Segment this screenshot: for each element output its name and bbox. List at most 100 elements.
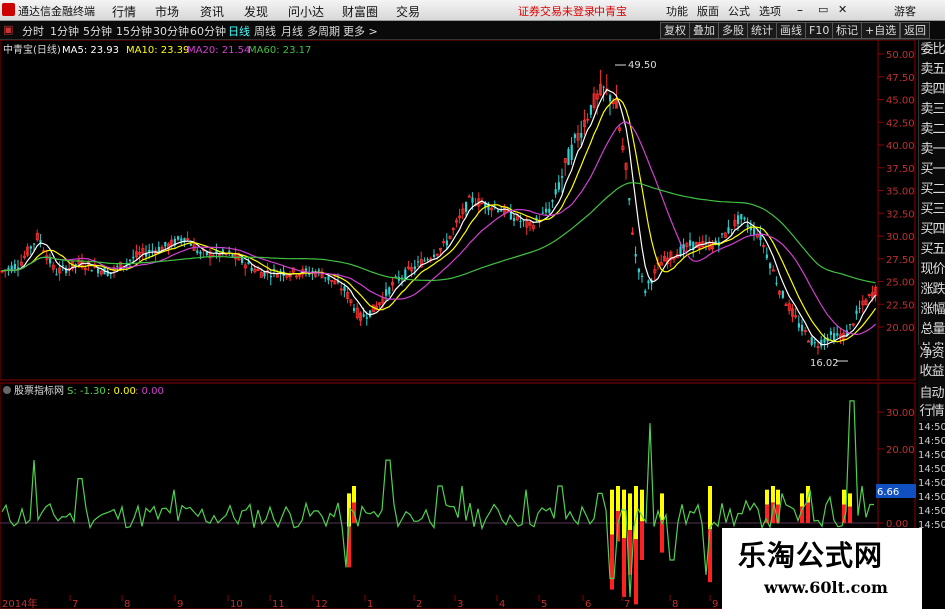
x-tick-label: 8 bbox=[124, 599, 130, 609]
candle-body bbox=[513, 218, 516, 222]
guest-link[interactable]: 游客 bbox=[894, 3, 916, 19]
candle-body bbox=[17, 267, 20, 269]
restore-icon[interactable]: ▭ bbox=[818, 3, 828, 16]
draw-line-button[interactable]: 画线 bbox=[776, 22, 806, 39]
candle-body bbox=[327, 276, 330, 281]
app-title: 通达信金融终端 bbox=[18, 5, 95, 18]
candle-body bbox=[157, 246, 160, 252]
candle-body bbox=[801, 324, 804, 332]
main-y-tick-label: 32.50 bbox=[886, 209, 915, 220]
back-button[interactable]: 返回 bbox=[900, 22, 930, 39]
candle-body bbox=[823, 338, 826, 343]
candle-body bbox=[689, 240, 692, 246]
side-item[interactable]: 委比 bbox=[919, 40, 945, 60]
candle-body bbox=[388, 287, 391, 295]
period-multi[interactable]: 多周期 bbox=[307, 23, 340, 39]
period-daily[interactable]: 日线 bbox=[228, 23, 250, 39]
signal-bar-bottom bbox=[806, 502, 810, 523]
side-item[interactable]: 现价 bbox=[919, 260, 945, 280]
indicator-toggle-icon[interactable] bbox=[3, 386, 11, 394]
menu-options[interactable]: 选项 bbox=[759, 3, 781, 19]
candle-body bbox=[519, 220, 522, 222]
signal-bar-top bbox=[842, 489, 846, 505]
multi-stock-button[interactable]: 多股 bbox=[718, 22, 748, 39]
menu-formula[interactable]: 公式 bbox=[728, 3, 750, 19]
menu-ask[interactable]: 问小达 bbox=[288, 3, 324, 20]
menu-trade[interactable]: 交易 bbox=[396, 3, 420, 20]
adjust-button[interactable]: 复权 bbox=[660, 22, 690, 39]
side-item[interactable]: 买五 bbox=[919, 240, 945, 260]
mark-button[interactable]: 标记 bbox=[832, 22, 862, 39]
overlay-button[interactable]: 叠加 bbox=[689, 22, 719, 39]
signal-bar-top bbox=[771, 486, 775, 503]
side-item[interactable]: 总量 bbox=[919, 320, 945, 340]
side-item[interactable]: 收益 bbox=[918, 363, 945, 381]
x-tick-label: 1 bbox=[367, 599, 373, 609]
candle-body bbox=[497, 210, 500, 212]
login-notice[interactable]: 证券交易未登录 bbox=[518, 3, 595, 19]
side-item[interactable]: 涨跌 bbox=[919, 280, 945, 300]
quote-button[interactable]: 行情 bbox=[918, 403, 945, 421]
signal-bar-bottom bbox=[622, 537, 626, 597]
time-item: 14:50 bbox=[918, 436, 945, 447]
period-intraday[interactable]: 分时 bbox=[22, 23, 44, 39]
side-item[interactable]: 买一 bbox=[919, 160, 945, 180]
candle-body bbox=[353, 308, 356, 312]
side-item[interactable]: 涨幅 bbox=[919, 300, 945, 320]
period-weekly[interactable]: 周线 bbox=[254, 23, 276, 39]
candle-body bbox=[343, 286, 346, 292]
menu-wealth[interactable]: 财富圈 bbox=[342, 3, 378, 20]
signal-bar-top bbox=[765, 489, 769, 505]
side-panel-2: 自动 行情 bbox=[918, 385, 945, 421]
candle-body bbox=[189, 243, 192, 246]
indicator-name: 股票指标网 bbox=[14, 384, 64, 397]
period-15min[interactable]: 15分钟 bbox=[116, 23, 152, 39]
candle-body bbox=[500, 210, 503, 212]
side-item[interactable]: 净资 bbox=[918, 345, 945, 363]
auto-button[interactable]: 自动 bbox=[918, 385, 945, 403]
signal-bar-top bbox=[776, 489, 780, 505]
minimize-icon[interactable]: – bbox=[797, 3, 803, 17]
menu-news[interactable]: 资讯 bbox=[200, 3, 224, 20]
candle-body bbox=[247, 262, 250, 265]
period-more[interactable]: 更多 > bbox=[343, 23, 378, 39]
main-y-tick-label: 37.50 bbox=[886, 164, 915, 175]
close-icon[interactable]: ✕ bbox=[838, 3, 847, 16]
side-item[interactable]: 卖五 bbox=[919, 60, 945, 80]
add-watchlist-button[interactable]: +自选 bbox=[861, 22, 901, 39]
side-item[interactable]: 买二 bbox=[919, 180, 945, 200]
candle-body bbox=[541, 212, 544, 214]
period-5min[interactable]: 5分钟 bbox=[83, 23, 112, 39]
f10-button[interactable]: F10 bbox=[805, 22, 834, 39]
candle-body bbox=[580, 133, 583, 138]
chart-area[interactable]: 50.00 47.50 45.00 42.50 40.00 37.50 35.00 32.50… bbox=[0, 40, 918, 609]
candle-body bbox=[413, 266, 416, 270]
signal-bar-bottom bbox=[848, 506, 852, 523]
menu-market[interactable]: 行情 bbox=[112, 3, 136, 20]
stats-button[interactable]: 统计 bbox=[747, 22, 777, 39]
menu-markets[interactable]: 市场 bbox=[155, 3, 179, 20]
x-tick-label: 11 bbox=[272, 599, 285, 609]
main-y-tick-label: 40.00 bbox=[886, 141, 915, 152]
watermark-title: 乐淘公式网 bbox=[738, 539, 884, 572]
period-30min[interactable]: 30分钟 bbox=[153, 23, 189, 39]
candle-body bbox=[740, 214, 743, 220]
menu-layout[interactable]: 版面 bbox=[697, 3, 719, 19]
period-1min[interactable]: 1分钟 bbox=[50, 23, 79, 39]
candle-body bbox=[634, 254, 637, 257]
side-item[interactable]: 买三 bbox=[919, 200, 945, 220]
side-item[interactable]: 卖四 bbox=[919, 80, 945, 100]
side-item[interactable]: 卖二 bbox=[919, 120, 945, 140]
side-item[interactable]: 卖一 bbox=[919, 140, 945, 160]
x-tick-label: 7 bbox=[72, 599, 78, 609]
toolbar-logo-icon: ▣ bbox=[3, 23, 14, 36]
menu-function[interactable]: 功能 bbox=[666, 3, 688, 19]
side-item[interactable]: 卖三 bbox=[919, 100, 945, 120]
x-tick-label: 3 bbox=[457, 599, 463, 609]
menu-discover[interactable]: 发现 bbox=[244, 3, 268, 20]
side-item[interactable]: 买四 bbox=[919, 220, 945, 240]
period-60min[interactable]: 60分钟 bbox=[190, 23, 226, 39]
period-monthly[interactable]: 月线 bbox=[281, 23, 303, 39]
candle-body bbox=[228, 250, 231, 252]
ma10-label: MA10: 23.39 bbox=[126, 45, 189, 56]
